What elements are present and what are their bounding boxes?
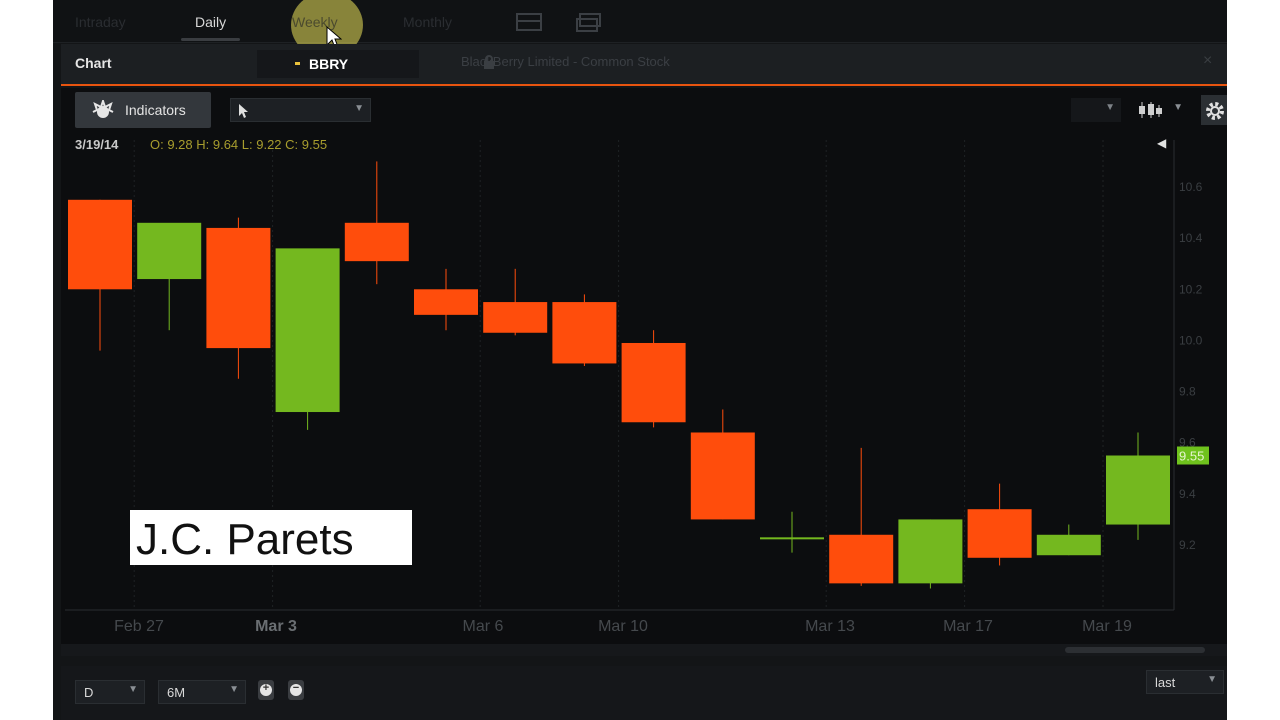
drawing-tool-select[interactable]: ▼ (230, 98, 371, 122)
price-type-value: last (1155, 675, 1176, 690)
candle-body (483, 302, 548, 333)
range-value: 6M (167, 685, 186, 700)
gear-icon (1206, 102, 1224, 120)
right-margin (1227, 0, 1280, 720)
x-tick-label: Mar 6 (463, 618, 504, 635)
y-tick-label: 10.0 (1179, 333, 1203, 347)
candle-body (760, 537, 824, 540)
y-tick-label: 9.8 (1179, 385, 1196, 399)
interval-value: D (84, 685, 94, 700)
y-tick-label: 10.6 (1179, 180, 1203, 194)
author-watermark: J.C. Parets (130, 510, 412, 565)
candlestick-style-icon (1139, 102, 1162, 118)
indicators-label: Indicators (125, 102, 186, 118)
indicators-button[interactable]: Indicators (75, 92, 211, 128)
chevron-down-icon: ▼ (229, 684, 239, 695)
candle-body (898, 519, 963, 584)
ohlc-date: 3/19/14 (75, 137, 119, 152)
candle-body (552, 302, 617, 364)
ohlc-values: O: 9.28 H: 9.64 L: 9.22 C: 9.55 (150, 137, 328, 152)
chevron-down-icon: ▼ (1173, 102, 1183, 113)
candle-body (414, 289, 478, 315)
candle-body (967, 509, 1032, 558)
chevron-down-icon: ▼ (354, 103, 364, 114)
y-tick-label: 10.4 (1179, 231, 1203, 245)
pointer-tool-icon (239, 104, 248, 118)
chevron-down-icon: ▼ (1207, 674, 1217, 685)
chart-style-select[interactable]: ▼ (1133, 98, 1189, 122)
candle-body (1036, 534, 1101, 556)
y-tick-label: 10.2 (1179, 282, 1203, 296)
x-tick-label: Mar 13 (805, 618, 855, 635)
watermark-text: J.C. Parets (136, 515, 354, 564)
x-tick-label: Mar 3 (255, 618, 297, 635)
x-tick-label: Feb 27 (114, 618, 164, 635)
y-tick-label: 9.2 (1179, 538, 1196, 552)
chart-scrollbar[interactable] (61, 644, 1227, 656)
candle-body (206, 227, 271, 349)
x-tick-label: Mar 10 (598, 618, 648, 635)
chart-settings-button[interactable] (1201, 95, 1227, 125)
trading-app: Intraday Daily Weekly Monthly Chart Blac… (53, 0, 1227, 720)
candle-body (690, 432, 755, 520)
indicators-icon (92, 100, 114, 118)
y-tick-label: 9.4 (1179, 487, 1196, 501)
candle-body (621, 342, 686, 423)
x-tick-label: Mar 19 (1082, 618, 1132, 635)
last-price-label: 9.55 (1179, 449, 1204, 464)
price-type-select[interactable]: last ▼ (1146, 670, 1224, 694)
zoom-out-icon: − (290, 682, 302, 696)
chevron-down-icon: ▼ (1105, 102, 1115, 113)
candle-body (344, 222, 409, 262)
interval-select[interactable]: D ▼ (75, 680, 145, 704)
scrollbar-thumb[interactable] (1065, 647, 1205, 653)
zoom-in-icon: + (260, 682, 272, 696)
range-select[interactable]: 6M ▼ (158, 680, 246, 704)
x-tick-label: Mar 17 (943, 618, 993, 635)
collapse-arrow-icon[interactable]: ◀ (1157, 136, 1166, 150)
candle-body (1106, 455, 1170, 525)
chevron-down-icon: ▼ (128, 684, 138, 695)
zoom-out-button[interactable]: − (288, 680, 304, 700)
left-margin (0, 0, 53, 720)
zoom-in-button[interactable]: + (258, 680, 274, 700)
candle-body (829, 534, 894, 584)
candle-body (275, 248, 340, 413)
candle-body (137, 222, 202, 280)
compare-select[interactable]: ▼ (1071, 98, 1121, 122)
candle-body (68, 199, 132, 290)
